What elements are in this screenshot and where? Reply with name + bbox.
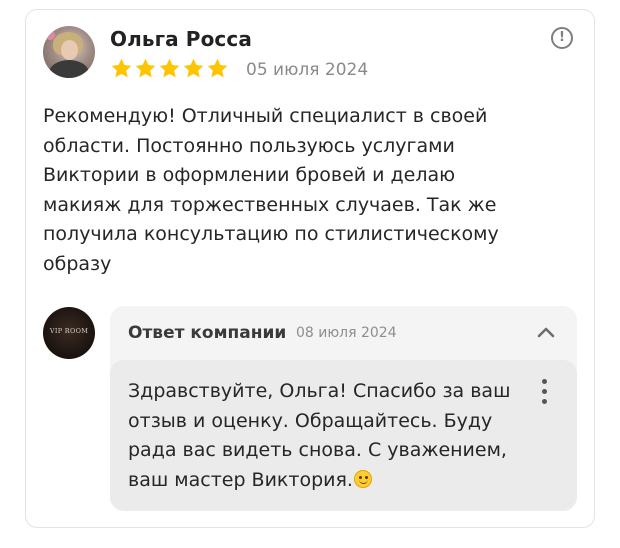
company-avatar-logo-text: VIP ROOM: [49, 327, 89, 335]
reply-text-line: Здравствуйте, Ольга! Спасибо за ваш: [128, 380, 511, 402]
company-reply: Ответ компании 08 июля 2024 Здравствуйте…: [110, 306, 577, 511]
author-avatar[interactable]: [43, 26, 95, 78]
reply-text-last: ваш мастер Виктория.: [128, 468, 353, 491]
review-text-line: макияж для торжественных случаев. Так же: [43, 193, 497, 216]
smiling-face-emoji-icon: [353, 469, 372, 488]
star-icon: [159, 58, 180, 78]
rating-stars: [110, 57, 229, 80]
exclamation-circle-icon[interactable]: !: [551, 27, 573, 49]
star-icon: [207, 58, 228, 78]
reply-title: Ответ компании: [128, 323, 287, 343]
review-text-line: Рекомендую! Отличный специалист в своей: [43, 105, 488, 127]
author-name[interactable]: Ольга Росса: [110, 27, 252, 51]
star-icon: [111, 58, 132, 78]
review-text-line: получила консультацию по стилистическому: [43, 223, 499, 245]
reply-text-line: отзыв и оценку. Обращайтесь. Буду: [128, 409, 493, 432]
company-avatar[interactable]: VIP ROOM: [43, 307, 95, 359]
review-date: 05 июля 2024: [246, 60, 369, 80]
review-text-line: области. Постоянно пользуюсь услугами: [43, 134, 455, 157]
reply-text: Здравствуйте, Ольга! Спасибо за ваш отзы…: [128, 377, 510, 495]
reply-body: Здравствуйте, Ольга! Спасибо за ваш отзы…: [110, 360, 577, 511]
reply-date: 08 июля 2024: [296, 325, 397, 341]
star-icon: [183, 58, 204, 78]
reply-text-line: рада вас видеть снова. С уважением,: [128, 439, 507, 461]
review-text-line: образу: [43, 252, 112, 275]
chevron-up-icon[interactable]: [537, 326, 555, 338]
reply-text-line: ваш мастер Виктория.: [128, 466, 510, 496]
review-text: Рекомендую! Отличный специалист в своей …: [43, 102, 563, 279]
more-vertical-icon[interactable]: [542, 379, 548, 409]
review-text-line: Виктории в оформлении бровей и делаю: [43, 164, 456, 186]
star-icon: [135, 58, 156, 78]
